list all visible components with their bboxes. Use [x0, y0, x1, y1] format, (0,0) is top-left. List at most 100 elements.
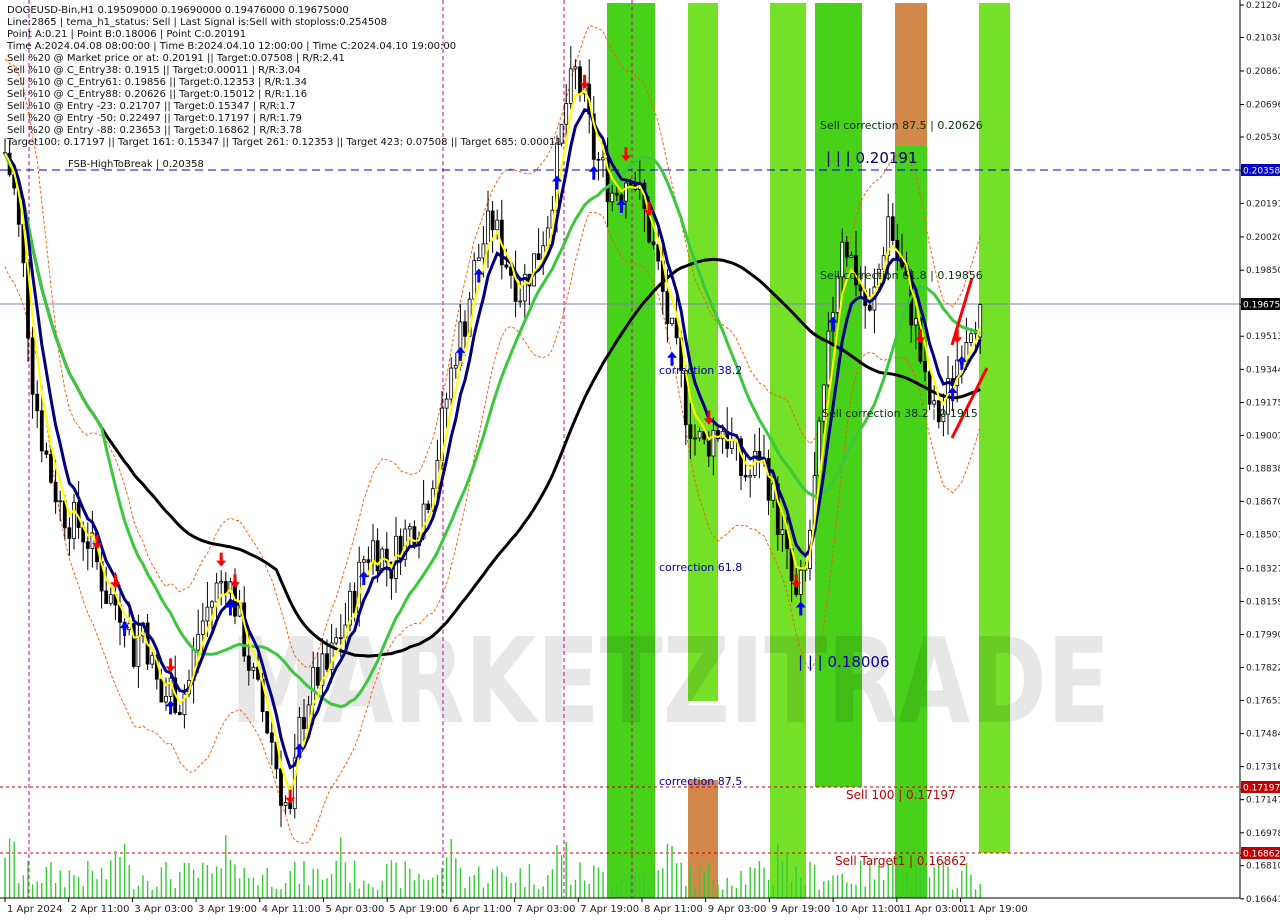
fsb-label: FSB-HighToBreak | 0.20358	[68, 159, 204, 170]
y-tick-label: 0.17147	[1246, 796, 1280, 806]
candle-body	[251, 666, 256, 671]
sell-target1-label: Sell Target1 | 0.16862	[835, 854, 967, 868]
y-tick-label: 0.17990	[1246, 631, 1280, 641]
candle-body	[269, 732, 274, 743]
info-line: Time A:2024.04.08 08:00:00 | Time B:2024…	[6, 41, 456, 52]
y-tick-label: 0.18159	[1246, 597, 1280, 607]
candle-body	[610, 192, 615, 203]
candle-body	[200, 620, 205, 635]
x-tick-label: 8 Apr 11:00	[644, 904, 703, 915]
x-tick-label: 10 Apr 11:00	[835, 904, 900, 915]
y-tick-label: 0.19007	[1246, 431, 1280, 441]
candle-body	[518, 300, 523, 303]
x-tick-label: 9 Apr 03:00	[708, 904, 767, 915]
candle-body	[361, 559, 366, 563]
y-tick-label: 0.20020	[1246, 233, 1280, 243]
candle-body	[495, 219, 500, 231]
y-tick-label: 0.21204	[1246, 1, 1280, 11]
info-line: Sell %20 @ Entry -88: 0.23653 || Target:…	[7, 125, 302, 136]
candle-body	[923, 360, 927, 373]
candle-body	[302, 717, 306, 730]
y-tick-label: 0.18501	[1246, 530, 1280, 540]
candle-body	[913, 318, 918, 326]
candle-body	[104, 590, 109, 604]
candle-body	[177, 712, 182, 716]
candle-body	[614, 192, 619, 196]
correction-875-label: correction 87.5	[659, 775, 742, 788]
x-tick-label: 3 Apr 19:00	[198, 904, 257, 915]
x-tick-label: 9 Apr 19:00	[771, 904, 830, 915]
x-tick-label: 2 Apr 11:00	[71, 904, 130, 915]
sell-correction-875-label: Sell correction 87.5 | 0.20626	[820, 119, 983, 132]
correction-618-label: correction 61.8	[659, 561, 742, 574]
candle-body	[366, 559, 371, 563]
candle-body	[568, 68, 573, 104]
candle-body	[564, 103, 569, 125]
candle-body	[463, 321, 467, 337]
candle-body	[334, 637, 339, 644]
candle-body	[53, 481, 58, 503]
info-line: Sell %20 @ Entry -50: 0.22497 || Target:…	[7, 113, 302, 124]
candle-body	[573, 66, 578, 70]
candle-body	[536, 253, 541, 260]
candle-body	[481, 243, 486, 259]
candle-body	[706, 438, 711, 457]
info-line: Sell %10 @ C_Entry88: 0.20626 || Target:…	[7, 89, 307, 100]
y-tick-label: 0.20191	[1246, 199, 1280, 209]
candle-body	[214, 582, 219, 603]
candle-body	[85, 541, 90, 549]
candle-body	[444, 398, 449, 409]
y-tick-label: 0.19175	[1246, 398, 1280, 408]
candle-body	[159, 678, 164, 703]
x-tick-label: 7 Apr 03:00	[517, 904, 576, 915]
y-tick-label: 0.20696	[1246, 101, 1280, 111]
candle-body	[67, 527, 72, 539]
candle-body	[39, 410, 44, 452]
candle-body	[219, 581, 224, 584]
zone-light-green-1	[688, 3, 718, 701]
y-tick-label: 0.17653	[1246, 697, 1280, 707]
x-tick-label: 11 Apr 03:00	[899, 904, 964, 915]
candle-body	[711, 430, 716, 457]
chart-window: MARKETZITRADE FSB-HighToBreak | 0.20358 …	[0, 0, 1280, 920]
y-tick-label: 0.16641	[1246, 895, 1280, 905]
candle-body	[932, 400, 937, 405]
candle-body	[490, 210, 495, 231]
candle-body	[697, 431, 702, 439]
candle-body	[35, 393, 40, 412]
candle-body	[453, 365, 458, 369]
candle-body	[670, 317, 674, 325]
y-tick-label: 0.17484	[1246, 730, 1280, 740]
zone-green-1	[607, 3, 655, 898]
candle-body	[223, 581, 228, 594]
info-line: Point A:0.21 | Point B:0.18006 | Point C…	[7, 29, 246, 40]
sell-correction-618-label: Sell correction 61.8 | 0.19856	[820, 269, 983, 282]
candle-body	[472, 260, 477, 300]
candle-body	[835, 276, 840, 313]
candle-body	[748, 475, 753, 478]
y-tick-label: 0.19850	[1246, 266, 1280, 276]
y-tick-label: 0.17316	[1246, 763, 1280, 773]
price-chart[interactable]: MARKETZITRADE FSB-HighToBreak | 0.20358 …	[0, 0, 1280, 920]
candle-body	[407, 526, 412, 530]
point-b-label: | | | 0.18006	[798, 653, 890, 671]
candle-body	[651, 241, 656, 246]
info-line: Line:2865 | tema_h1_status: Sell | Last …	[7, 17, 387, 28]
candle-body	[108, 594, 113, 604]
correction-382-label: correction 38.2	[659, 364, 742, 377]
info-line: Sell %10 @ Entry -23: 0.21707 || Target:…	[7, 101, 296, 112]
x-tick-label: 6 Apr 11:00	[453, 904, 512, 915]
candle-body	[412, 526, 417, 547]
candle-body	[601, 157, 605, 161]
candle-body	[311, 666, 316, 706]
x-tick-label: 1 Apr 2024	[7, 904, 62, 915]
watermark: MARKETZITRADE	[230, 612, 1110, 750]
y-tick-label: 0.16810	[1246, 862, 1280, 872]
candle-body	[596, 158, 601, 161]
info-line: Sell %20 @ Market price or at: 0.20191 |…	[7, 53, 345, 64]
candle-body	[136, 635, 141, 667]
y-tick-label: 0.21038	[1246, 34, 1280, 44]
candle-body	[150, 654, 155, 665]
candle-body	[826, 330, 831, 386]
info-line: DOGEUSD-Bin,H1 0.19509000 0.19690000 0.1…	[7, 5, 349, 16]
